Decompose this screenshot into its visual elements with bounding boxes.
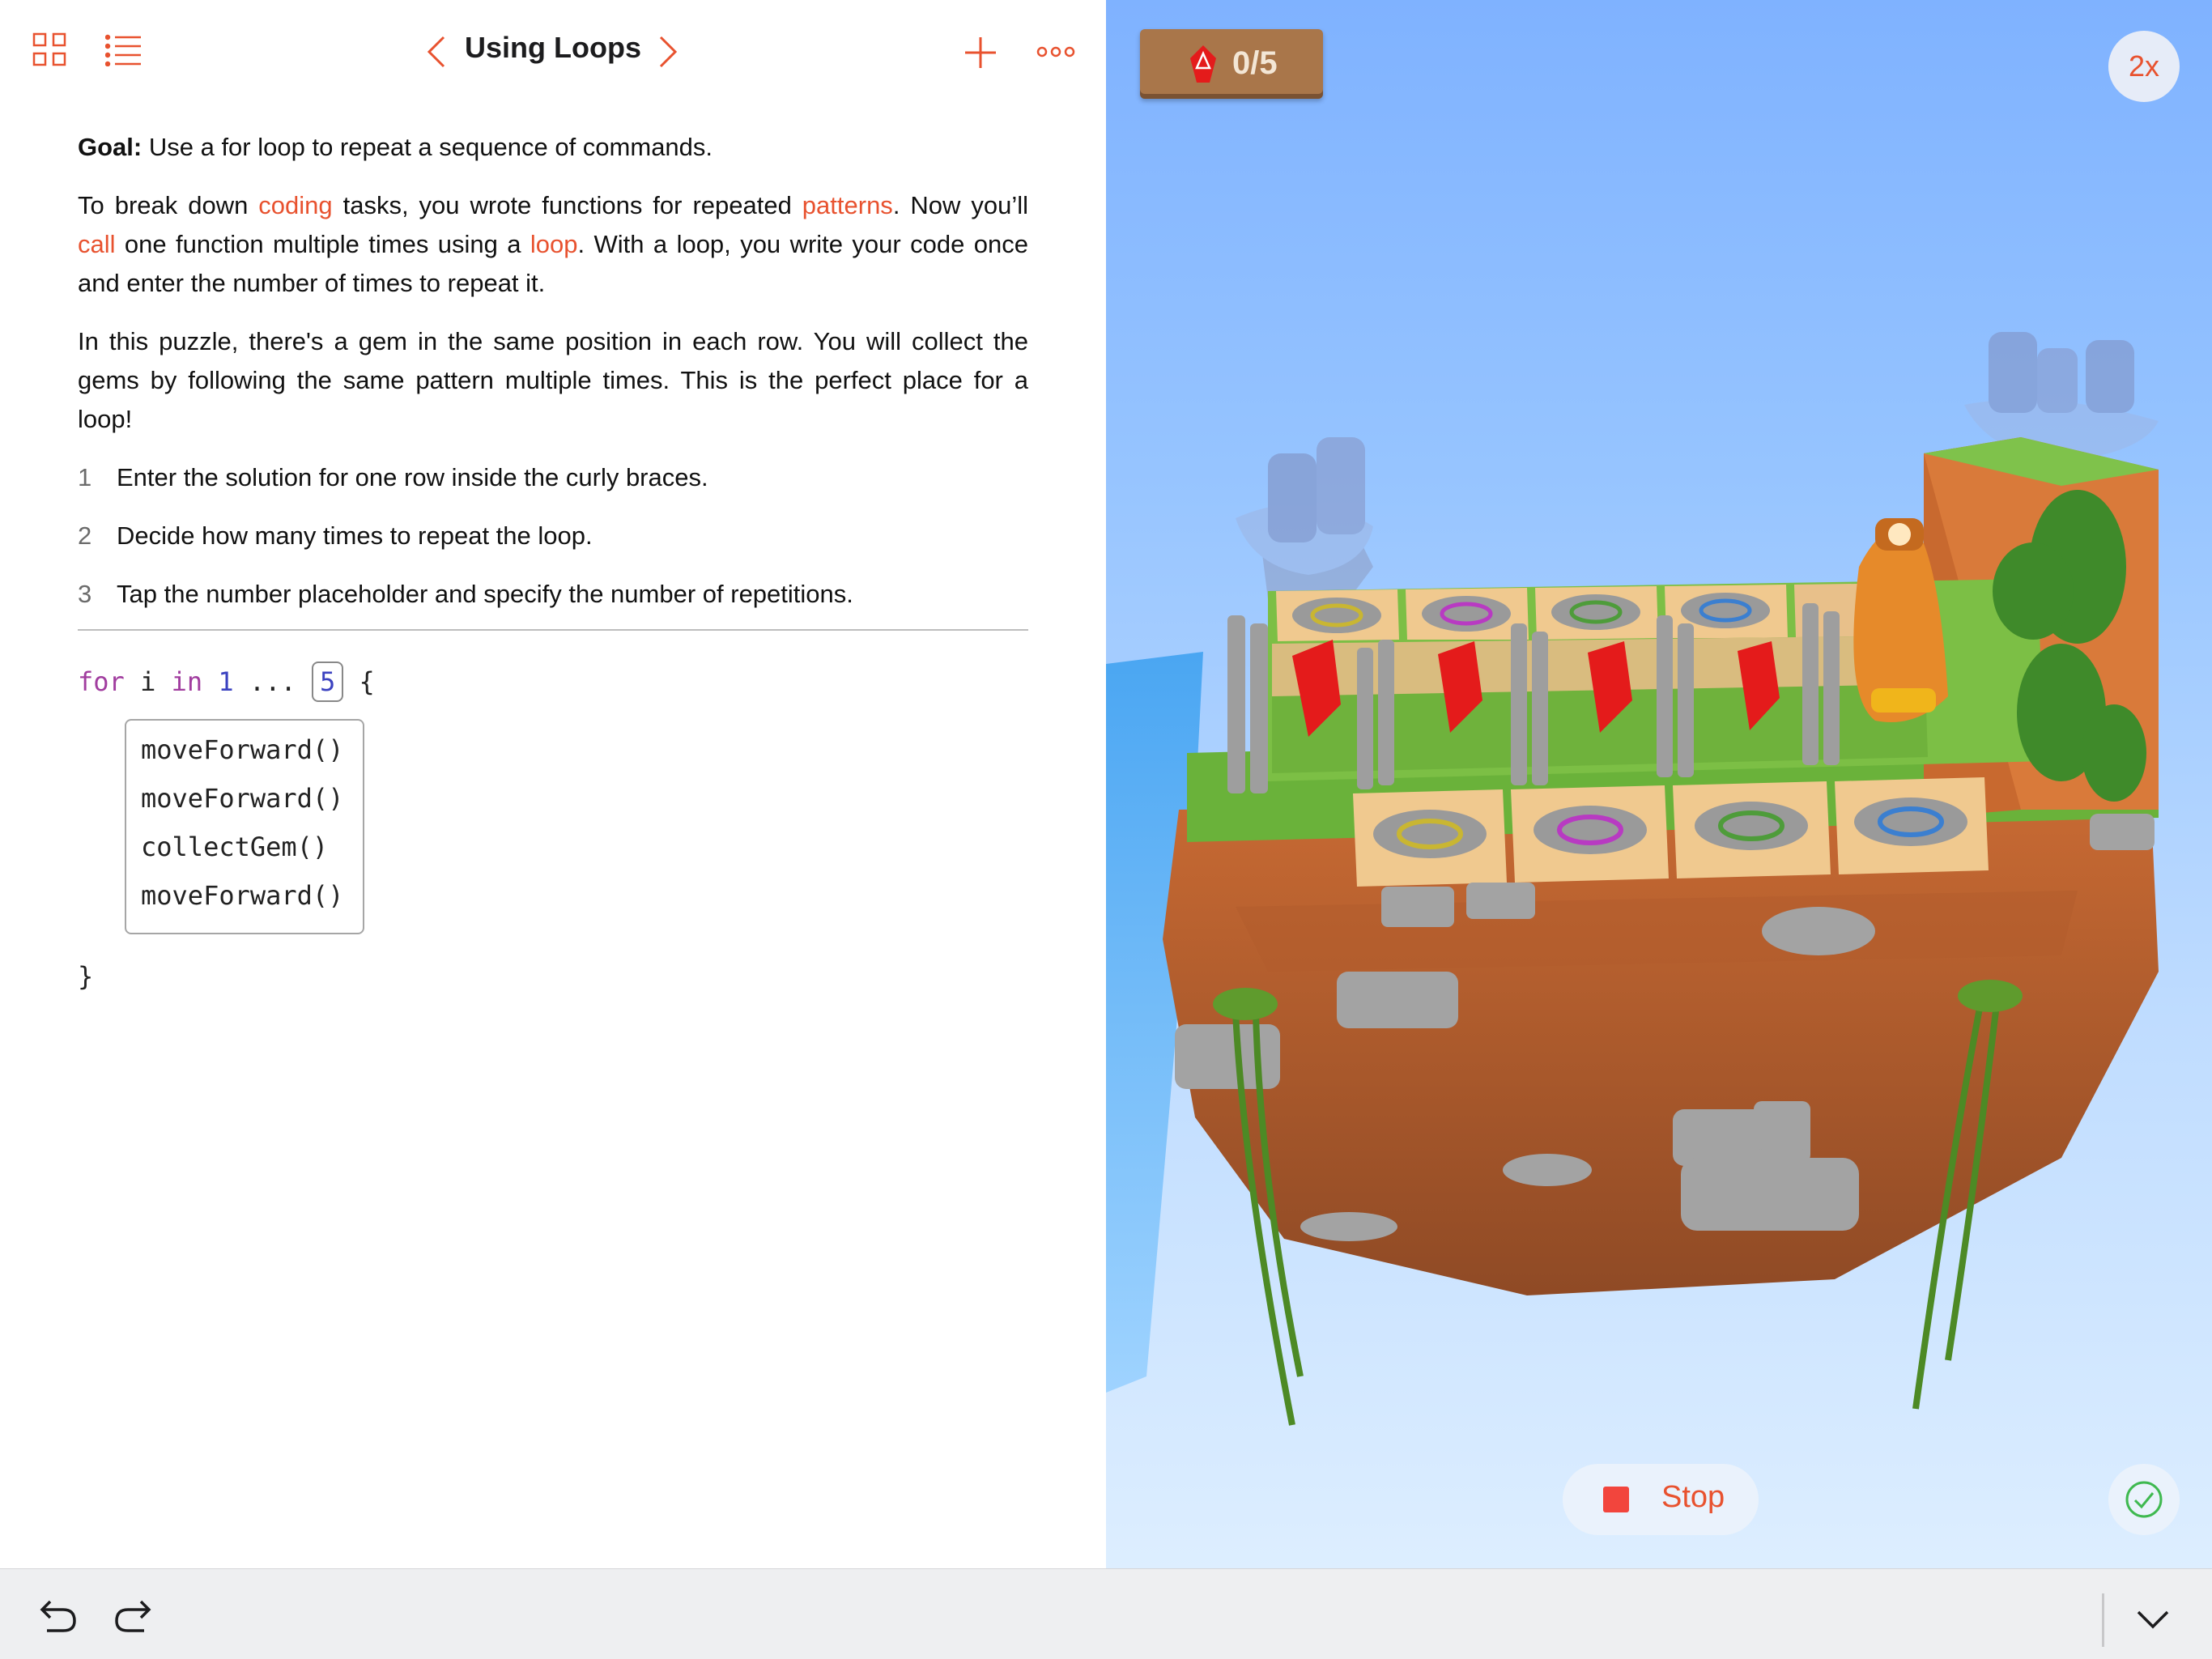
keyword-in: in xyxy=(171,666,203,697)
chevron-left-icon[interactable] xyxy=(426,36,447,68)
step-number: 2 xyxy=(78,521,92,550)
glossary-link-call[interactable]: call xyxy=(78,230,116,258)
intro-text: To break down xyxy=(78,191,259,219)
stop-button[interactable]: Stop xyxy=(1563,1464,1759,1535)
keyword-for: for xyxy=(78,666,125,697)
gem-counter: 0/5 xyxy=(1140,29,1323,99)
divider xyxy=(78,629,1028,631)
editor-pane: Using Loops Goal: Use a for loop to repe… xyxy=(0,0,1106,1568)
check-button[interactable] xyxy=(2108,1464,2180,1535)
more-icon[interactable] xyxy=(1036,45,1075,58)
intro-text: tasks, you wrote functions for repeated xyxy=(332,191,802,219)
speed-button[interactable]: 2x xyxy=(2108,31,2180,102)
step-item: 3 Tap the number placeholder and specify … xyxy=(78,575,1028,614)
open-brace: { xyxy=(343,666,375,697)
plus-icon[interactable] xyxy=(963,36,998,70)
gem-icon xyxy=(1190,45,1216,83)
intro-paragraph: To break down coding tasks, you wrote fu… xyxy=(78,186,1028,303)
glossary-link-patterns[interactable]: patterns xyxy=(802,191,893,219)
page-title: Using Loops xyxy=(465,31,641,64)
for-loop-header[interactable]: for i in 1 ... 5 { xyxy=(78,657,375,706)
live-view[interactable]: 0/5 2x Stop xyxy=(1106,0,2212,1568)
chevron-right-icon[interactable] xyxy=(657,36,678,68)
puzzle-paragraph: In this puzzle, there's a gem in the sam… xyxy=(78,327,1028,433)
step-item: 1 Enter the solution for one row inside t… xyxy=(78,458,1028,497)
goal-paragraph: Goal: Use a for loop to repeat a sequenc… xyxy=(78,128,1028,167)
list-icon[interactable] xyxy=(105,34,143,66)
undo-icon[interactable] xyxy=(39,1598,78,1638)
redo-icon[interactable] xyxy=(113,1598,152,1638)
code-statement[interactable]: moveForward() xyxy=(141,774,363,823)
stop-icon xyxy=(1603,1487,1629,1512)
code-statement[interactable]: moveForward() xyxy=(141,725,363,774)
range-operator: ... xyxy=(233,666,312,697)
step-text: Enter the solution for one row inside th… xyxy=(117,463,708,491)
step-number: 1 xyxy=(78,463,92,491)
instructions: Goal: Use a for loop to repeat a sequenc… xyxy=(78,128,1028,633)
toolbar-separator xyxy=(2102,1593,2104,1647)
loop-body[interactable]: moveForward() moveForward() collectGem()… xyxy=(125,719,364,934)
loop-count-placeholder[interactable]: 5 xyxy=(311,661,344,702)
code-editor[interactable]: for i in 1 ... 5 { moveForward() moveFor… xyxy=(78,657,375,992)
tile-row-top xyxy=(1276,583,1917,641)
loop-variable: i xyxy=(124,666,172,697)
checkmark-icon xyxy=(2125,1481,2163,1518)
glossary-link-coding[interactable]: coding xyxy=(258,191,332,219)
glossary-link-loop[interactable]: loop xyxy=(530,230,578,258)
code-statement[interactable]: collectGem() xyxy=(141,823,363,871)
range-start: 1 xyxy=(202,666,234,697)
step-item: 2 Decide how many times to repeat the loo… xyxy=(78,517,1028,555)
step-text: Decide how many times to repeat the loop… xyxy=(117,521,593,550)
stop-label: Stop xyxy=(1661,1480,1725,1514)
chevron-down-icon[interactable] xyxy=(2136,1610,2170,1635)
grid-icon[interactable] xyxy=(32,32,68,68)
step-text: Tap the number placeholder and specify t… xyxy=(117,580,853,608)
distant-island xyxy=(1236,437,1373,599)
goal-label: Goal: xyxy=(78,133,143,161)
bottom-toolbar xyxy=(0,1568,2212,1659)
intro-text: . Now you’ll xyxy=(892,191,1029,219)
step-number: 3 xyxy=(78,580,92,608)
goal-text: Use a for loop to repeat a sequence of c… xyxy=(142,133,713,161)
close-brace: } xyxy=(78,961,94,992)
puzzle-world xyxy=(1106,332,2159,1426)
gem-count: 0/5 xyxy=(1232,45,1278,81)
code-statement[interactable]: moveForward() xyxy=(141,871,363,920)
intro-text: one function multiple times using a xyxy=(115,230,530,258)
